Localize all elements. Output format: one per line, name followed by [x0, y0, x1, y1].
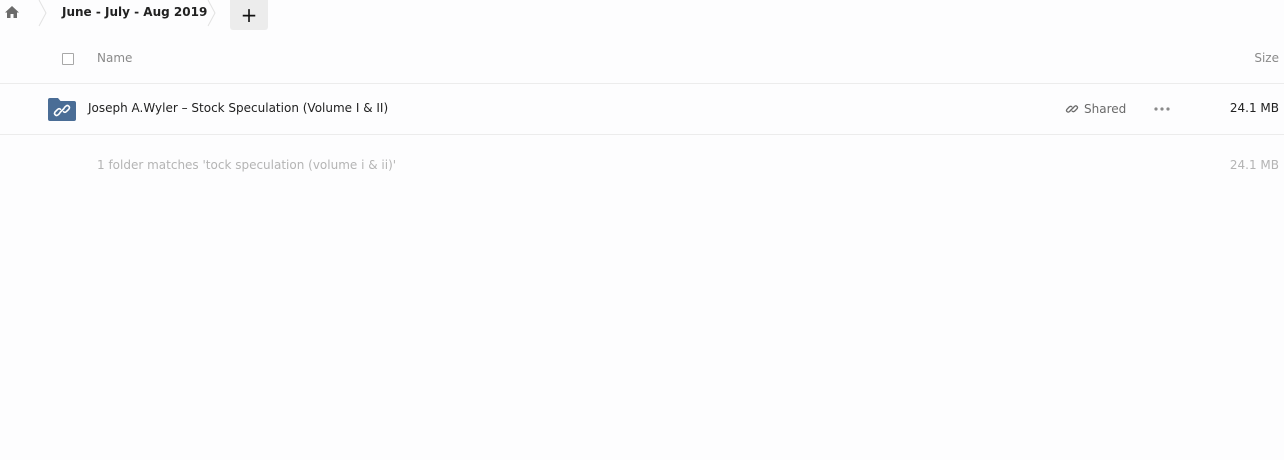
breadcrumb-separator-icon	[207, 0, 216, 27]
file-list-header: Name Size	[0, 34, 1284, 84]
table-row[interactable]: Joseph A.Wyler – Stock Speculation (Volu…	[0, 84, 1284, 135]
link-icon	[1065, 105, 1079, 113]
share-label: Shared	[1084, 102, 1127, 116]
column-header-size[interactable]: Size	[1254, 51, 1279, 65]
share-button[interactable]: Shared	[1065, 100, 1126, 118]
select-all-checkbox[interactable]	[62, 53, 74, 65]
search-summary: 1 folder matches 'tock speculation (volu…	[97, 158, 397, 172]
add-new-button[interactable]: +	[230, 0, 268, 30]
breadcrumb-separator-icon	[38, 0, 47, 27]
more-options-icon	[1154, 107, 1170, 111]
file-name-link[interactable]: Joseph A.Wyler – Stock Speculation (Volu…	[88, 101, 388, 115]
column-header-name[interactable]: Name	[97, 51, 132, 65]
add-icon: +	[240, 3, 258, 27]
summary-size: 24.1 MB	[1229, 158, 1279, 172]
home-icon	[5, 6, 19, 18]
breadcrumb-current-folder[interactable]: June - July - Aug 2019	[62, 3, 207, 21]
more-actions-button[interactable]	[1153, 101, 1171, 117]
breadcrumb-bar: June - July - Aug 2019 +	[0, 0, 1284, 30]
home-button[interactable]	[0, 0, 24, 24]
file-size: 24.1 MB	[1229, 101, 1279, 115]
shared-folder-icon	[48, 98, 76, 121]
